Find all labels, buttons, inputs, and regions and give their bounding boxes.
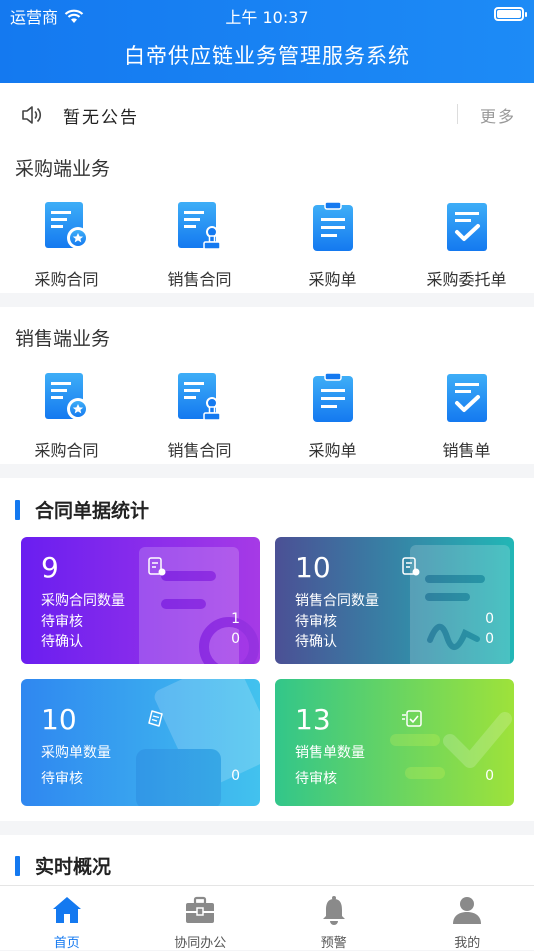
tab-alerts[interactable]: 预警 — [267, 886, 401, 950]
tab-label: 预警 — [267, 932, 401, 951]
stat-card-purchase-order[interactable]: 10 采购单数量 待审核 0 — [21, 679, 260, 806]
card-label: 采购单数量 — [41, 742, 111, 762]
stat-card-sales-contract[interactable]: 10 销售合同数量 待审核 0 待确认 0 — [275, 537, 514, 664]
card-row-pending-review: 待审核 0 — [41, 768, 240, 788]
card-row-pending-review: 待审核 0 — [295, 768, 494, 788]
page-title: 白帝供应链业务管理服务系统 — [0, 40, 534, 70]
check-document-icon — [401, 709, 423, 729]
briefcase-icon — [184, 894, 216, 926]
home-icon — [51, 894, 83, 926]
card-row-pending-review: 待审核 1 — [41, 611, 240, 631]
speaker-icon — [20, 104, 44, 126]
document-icon — [147, 557, 167, 577]
contract-stamp-icon — [178, 373, 222, 423]
card-label: 采购合同数量 — [41, 590, 125, 610]
clipboard-list-icon — [311, 202, 355, 252]
contract-star-icon — [45, 373, 89, 423]
stat-card-sales-order[interactable]: 13 销售单数量 待审核 0 — [275, 679, 514, 806]
grid-item-label: 采购委托单 — [400, 266, 533, 290]
card-count: 9 — [41, 551, 59, 584]
stat-card-purchase-contract[interactable]: 9 采购合同数量 待审核 1 待确认 0 — [21, 537, 260, 664]
grid-item-purchase-contract[interactable]: 采购合同 — [0, 202, 133, 290]
grid-item-label: 采购单 — [266, 266, 399, 290]
card-count: 10 — [41, 703, 77, 736]
tab-bar: 首页 协同办公 预警 我的 — [0, 885, 534, 950]
row-value: 1 — [231, 611, 240, 631]
tab-collab-office[interactable]: 协同办公 — [134, 886, 268, 950]
card-row-pending-confirm: 待确认 0 — [295, 631, 494, 651]
row-label: 待审核 — [295, 768, 337, 788]
tab-mine[interactable]: 我的 — [401, 886, 534, 950]
status-time: 上午 10:37 — [0, 4, 534, 28]
user-icon — [451, 894, 483, 926]
realtime-section-header: 实时概况 — [15, 852, 111, 879]
grid-item-sales-order[interactable]: 销售单 — [400, 373, 533, 461]
row-value: 0 — [231, 631, 240, 651]
grid-item-purchase-order[interactable]: 采购单 — [266, 202, 399, 290]
document-icon — [401, 557, 421, 577]
section-accent-bar — [15, 856, 20, 876]
grid-item-label: 采购合同 — [0, 437, 133, 461]
contract-stamp-icon — [178, 202, 222, 252]
stats-section-title: 合同单据统计 — [35, 496, 149, 523]
purchase-section: 采购端业务 采购合同 销售合同 采购单 — [0, 146, 534, 293]
tab-label: 协同办公 — [134, 932, 268, 951]
purchase-section-title: 采购端业务 — [15, 154, 110, 181]
grid-item-purchase-entrust[interactable]: 采购委托单 — [400, 202, 533, 290]
grid-item-purchase-contract[interactable]: 采购合同 — [0, 373, 133, 461]
grid-item-sales-contract[interactable]: 销售合同 — [133, 202, 266, 290]
card-row-pending-review: 待审核 0 — [295, 611, 494, 631]
card-label: 销售合同数量 — [295, 590, 379, 610]
sales-section-title: 销售端业务 — [15, 324, 110, 351]
clipboard-check-icon — [445, 373, 489, 423]
bell-icon — [318, 894, 350, 926]
notice-divider — [457, 104, 458, 124]
row-value: 0 — [231, 768, 240, 788]
row-value: 0 — [485, 768, 494, 788]
realtime-section-title: 实时概况 — [35, 852, 111, 879]
contract-star-icon — [45, 202, 89, 252]
grid-item-label: 采购单 — [266, 437, 399, 461]
sales-section: 销售端业务 采购合同 销售合同 采购单 — [0, 307, 534, 464]
row-value: 0 — [485, 631, 494, 651]
more-link[interactable]: 更多 — [480, 103, 516, 127]
clipboard-list-icon — [311, 373, 355, 423]
row-label: 待确认 — [41, 631, 83, 651]
receipt-icon — [147, 709, 167, 729]
tab-label: 首页 — [0, 932, 134, 951]
grid-item-sales-contract[interactable]: 销售合同 — [133, 373, 266, 461]
row-label: 待确认 — [295, 631, 337, 651]
grid-item-label: 销售合同 — [133, 266, 266, 290]
status-bar: 运营商 上午 10:37 — [0, 0, 534, 28]
section-accent-bar — [15, 500, 20, 520]
notice-text: 暂无公告 — [63, 103, 139, 128]
row-label: 待审核 — [41, 611, 83, 631]
battery-icon — [494, 7, 524, 21]
grid-item-label: 销售合同 — [133, 437, 266, 461]
app-header: 运营商 上午 10:37 白帝供应链业务管理服务系统 — [0, 0, 534, 83]
tab-label: 我的 — [401, 932, 534, 951]
tab-home[interactable]: 首页 — [0, 886, 134, 950]
card-label: 销售单数量 — [295, 742, 365, 762]
card-count: 13 — [295, 703, 331, 736]
row-label: 待审核 — [41, 768, 83, 788]
grid-item-label: 销售单 — [400, 437, 533, 461]
grid-item-purchase-order[interactable]: 采购单 — [266, 373, 399, 461]
row-value: 0 — [485, 611, 494, 631]
grid-item-label: 采购合同 — [0, 266, 133, 290]
notice-bar[interactable]: 暂无公告 更多 — [0, 83, 534, 146]
clipboard-check-icon — [445, 202, 489, 252]
card-count: 10 — [295, 551, 331, 584]
stats-section-header: 合同单据统计 — [15, 496, 149, 523]
card-row-pending-confirm: 待确认 0 — [41, 631, 240, 651]
row-label: 待审核 — [295, 611, 337, 631]
